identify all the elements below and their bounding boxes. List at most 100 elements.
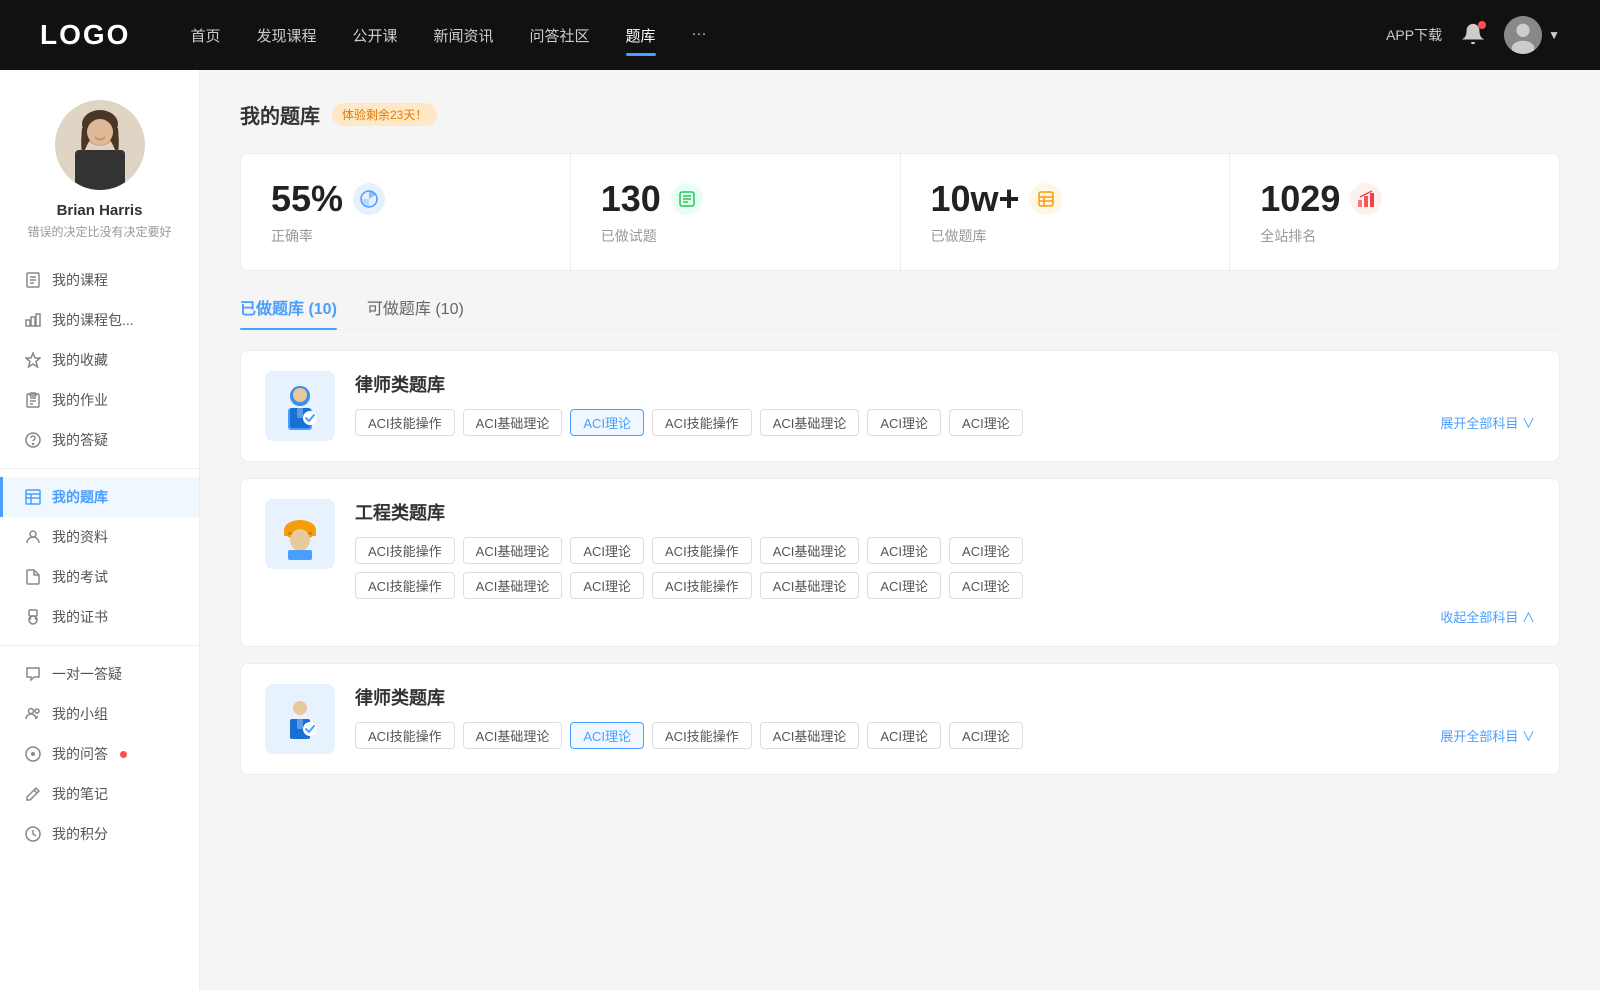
sidebar-item-my-exam[interactable]: 我的考试 <box>0 557 199 597</box>
sidebar-item-favorites[interactable]: 我的收藏 <box>0 340 199 380</box>
tag[interactable]: ACI理论 <box>867 409 941 436</box>
chat-icon <box>24 665 42 683</box>
stat-value-row: 10w+ <box>931 178 1062 220</box>
tag[interactable]: ACI技能操作 <box>652 409 752 436</box>
tag[interactable]: ACI基础理论 <box>760 537 860 564</box>
bank-card-engineer: 工程类题库 ACI技能操作 ACI基础理论 ACI理论 ACI技能操作 ACI基… <box>240 478 1560 647</box>
tag[interactable]: ACI理论 <box>949 722 1023 749</box>
rank-value: 1029 <box>1260 178 1340 220</box>
tag[interactable]: ACI基础理论 <box>463 722 563 749</box>
tag[interactable]: ACI理论 <box>867 537 941 564</box>
sidebar-item-certificate[interactable]: 我的证书 <box>0 597 199 637</box>
sidebar-item-one-on-one[interactable]: 一对一答疑 <box>0 654 199 694</box>
tag[interactable]: ACI理论 <box>867 722 941 749</box>
notification-button[interactable] <box>1462 23 1484 48</box>
chevron-down-icon: ▼ <box>1548 28 1560 42</box>
tag[interactable]: ACI技能操作 <box>355 722 455 749</box>
bank-card-lawyer-2: 律师类题库 ACI技能操作 ACI基础理论 ACI理论 ACI技能操作 ACI基… <box>240 663 1560 775</box>
sidebar-item-label: 我的收藏 <box>52 350 108 370</box>
sidebar-item-my-qa[interactable]: 我的答疑 <box>0 420 199 460</box>
tag[interactable]: ACI基础理论 <box>760 572 860 599</box>
sidebar-divider-2 <box>0 645 199 646</box>
sidebar-item-my-profile[interactable]: 我的资料 <box>0 517 199 557</box>
expand-link-3[interactable]: 展开全部科目 ∨ <box>1440 726 1535 745</box>
header: LOGO 首页 发现课程 公开课 新闻资讯 问答社区 题库 ··· APP下载 <box>0 0 1600 70</box>
tag[interactable]: ACI技能操作 <box>652 537 752 564</box>
sidebar-item-question-bank[interactable]: 我的题库 <box>0 477 199 517</box>
nav-home[interactable]: 首页 <box>190 21 220 50</box>
sidebar-avatar <box>55 100 145 190</box>
tag[interactable]: ACI技能操作 <box>652 722 752 749</box>
tag[interactable]: ACI理论 <box>570 537 644 564</box>
tag[interactable]: ACI理论 <box>570 572 644 599</box>
file-icon <box>24 568 42 586</box>
main-content: 我的题库 体验剩余23天！ 55% 正确率 <box>200 70 1600 990</box>
tab-available-banks[interactable]: 可做题库 (10) <box>367 295 464 329</box>
sidebar-item-label: 我的笔记 <box>52 784 108 804</box>
done-questions-label: 已做试题 <box>601 226 657 246</box>
sidebar-item-label: 我的证书 <box>52 607 108 627</box>
nav-qa[interactable]: 问答社区 <box>530 21 590 50</box>
tag[interactable]: ACI基础理论 <box>760 409 860 436</box>
bank-body-2: 工程类题库 ACI技能操作 ACI基础理论 ACI理论 ACI技能操作 ACI基… <box>355 499 1535 626</box>
unread-dot <box>120 751 127 758</box>
collapse-link[interactable]: 收起全部科目 ∧ <box>355 607 1535 626</box>
sidebar-item-label: 我的课程包... <box>52 310 134 330</box>
tag[interactable]: ACI技能操作 <box>355 409 455 436</box>
sidebar-item-my-course[interactable]: 我的课程 <box>0 260 199 300</box>
avatar <box>1504 16 1542 54</box>
bank-icon-engineer <box>265 499 335 569</box>
tag[interactable]: ACI技能操作 <box>355 572 455 599</box>
rank-icon <box>1350 183 1382 215</box>
logo: LOGO <box>40 19 130 51</box>
tag[interactable]: ACI技能操作 <box>355 537 455 564</box>
tag[interactable]: ACI基础理论 <box>463 537 563 564</box>
points-icon <box>24 825 42 843</box>
profile-motto: 错误的决定比没有决定要好 <box>17 223 181 240</box>
sidebar-item-my-notes[interactable]: 我的笔记 <box>0 774 199 814</box>
app-download-link[interactable]: APP下载 <box>1386 25 1442 45</box>
tag[interactable]: ACI理论 <box>867 572 941 599</box>
bank-card-lawyer-1: 律师类题库 ACI技能操作 ACI基础理论 ACI理论 ACI技能操作 ACI基… <box>240 350 1560 462</box>
tag[interactable]: ACI基础理论 <box>463 572 563 599</box>
sidebar-item-label: 我的题库 <box>52 487 108 507</box>
tag-active[interactable]: ACI理论 <box>570 409 644 436</box>
sidebar-item-label: 我的问答 <box>52 744 108 764</box>
banks-icon <box>1030 183 1062 215</box>
sidebar-item-label: 一对一答疑 <box>52 664 122 684</box>
stat-accuracy-value: 55% <box>271 178 343 220</box>
bank-icon-lawyer-2 <box>265 684 335 754</box>
questions-icon <box>671 183 703 215</box>
nav-discover[interactable]: 发现课程 <box>256 21 316 50</box>
tag[interactable]: ACI理论 <box>949 409 1023 436</box>
tag-active[interactable]: ACI理论 <box>570 722 644 749</box>
sidebar-item-my-points[interactable]: 我的积分 <box>0 814 199 854</box>
stat-value-row: 55% <box>271 178 385 220</box>
tag[interactable]: ACI理论 <box>949 572 1023 599</box>
user-avatar-menu[interactable]: ▼ <box>1504 16 1560 54</box>
nav-more[interactable]: ··· <box>692 21 707 50</box>
sidebar: Brian Harris 错误的决定比没有决定要好 我的课程 <box>0 70 200 990</box>
sidebar-menu: 我的课程 我的课程包... 我的收藏 <box>0 260 199 854</box>
tag[interactable]: ACI基础理论 <box>760 722 860 749</box>
sidebar-item-my-questions[interactable]: 我的问答 <box>0 734 199 774</box>
stats-row: 55% 正确率 130 <box>240 153 1560 271</box>
nav-open-course[interactable]: 公开课 <box>352 21 397 50</box>
tag[interactable]: ACI基础理论 <box>463 409 563 436</box>
sidebar-item-label: 我的课程 <box>52 270 108 290</box>
sidebar-item-homework[interactable]: 我的作业 <box>0 380 199 420</box>
stat-value-row: 1029 <box>1260 178 1382 220</box>
nav-question-bank[interactable]: 题库 <box>626 21 656 50</box>
profile-name: Brian Harris <box>57 202 143 219</box>
sidebar-item-my-group[interactable]: 我的小组 <box>0 694 199 734</box>
tags-row-2b: ACI技能操作 ACI基础理论 ACI理论 ACI技能操作 ACI基础理论 AC… <box>355 572 1535 599</box>
tag[interactable]: ACI技能操作 <box>652 572 752 599</box>
nav-news[interactable]: 新闻资讯 <box>434 21 494 50</box>
expand-link-1[interactable]: 展开全部科目 ∨ <box>1440 413 1535 432</box>
bar-chart-icon <box>24 311 42 329</box>
sidebar-item-course-package[interactable]: 我的课程包... <box>0 300 199 340</box>
tab-done-banks[interactable]: 已做题库 (10) <box>240 295 337 329</box>
user-icon <box>24 528 42 546</box>
done-banks-label: 已做题库 <box>931 226 987 246</box>
tag[interactable]: ACI理论 <box>949 537 1023 564</box>
